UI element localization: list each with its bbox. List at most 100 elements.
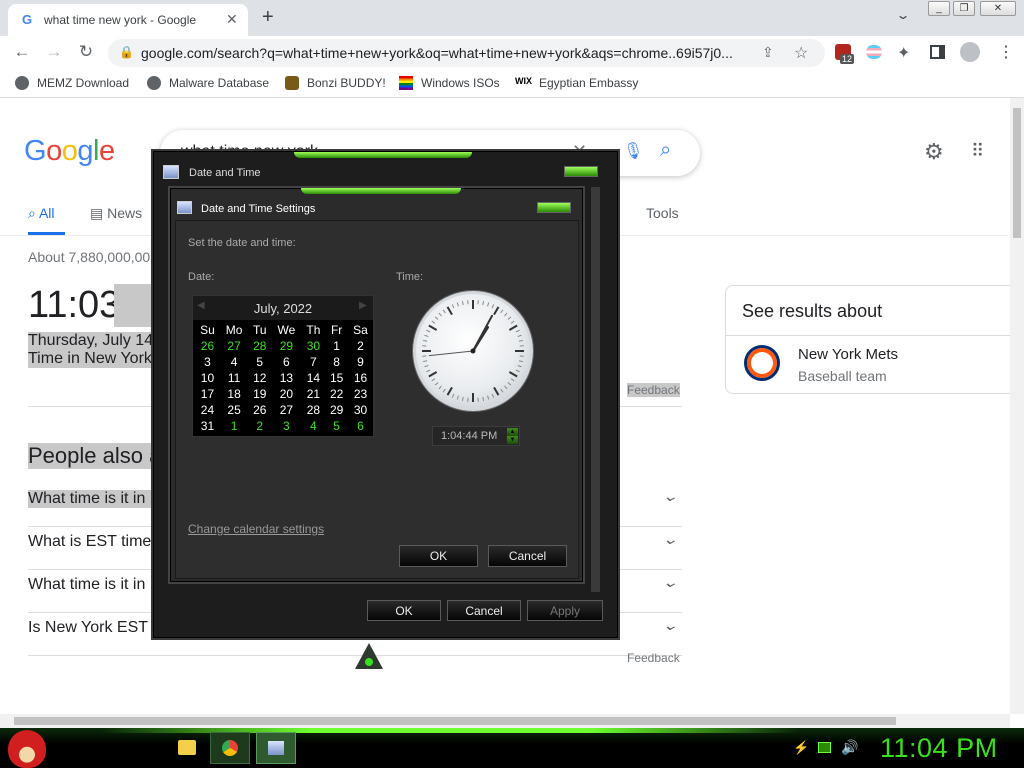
browser-tab[interactable]: G what time new york - Google Se... ✕: [8, 4, 248, 36]
settings-gear-icon[interactable]: ⚙: [924, 139, 944, 165]
address-bar[interactable]: 🔒 google.com/search?q=what+time+new+york…: [108, 39, 825, 67]
restore-button[interactable]: ❐: [953, 1, 975, 16]
calendar-day[interactable]: 2: [348, 338, 373, 354]
calendar-day[interactable]: 12: [248, 370, 271, 386]
calendar-day[interactable]: 26: [195, 338, 220, 354]
bookmark-egyptian-embassy[interactable]: WIX Egyptian Embassy: [515, 76, 638, 90]
calendar-day[interactable]: 2: [248, 418, 271, 434]
start-button-angry-bird-icon[interactable]: [8, 730, 46, 768]
close-window-button[interactable]: ✕: [980, 1, 1016, 16]
reload-icon[interactable]: ↻: [76, 42, 96, 62]
tab-all[interactable]: ⌕ All: [28, 205, 55, 222]
bookmark-windows-isos[interactable]: Windows ISOs: [399, 76, 500, 90]
google-logo[interactable]: Google: [24, 135, 115, 168]
ok-button[interactable]: OK: [399, 545, 478, 567]
calendar-day[interactable]: 27: [271, 402, 301, 418]
mets-logo-icon[interactable]: [744, 345, 780, 381]
mic-icon[interactable]: 🎙: [623, 141, 643, 161]
calendar-day[interactable]: 29: [325, 402, 348, 418]
spin-down-icon[interactable]: ▼: [507, 436, 518, 444]
tab-news[interactable]: ▤ News: [90, 205, 142, 222]
month-title[interactable]: July, 2022: [193, 301, 373, 316]
feedback-link[interactable]: Feedback: [627, 383, 680, 397]
file-explorer-taskbar-icon[interactable]: [178, 740, 196, 755]
calendar-day[interactable]: 4: [302, 418, 326, 434]
calendar-day[interactable]: 18: [220, 386, 248, 402]
close-dialog-button[interactable]: [564, 166, 598, 177]
entity-name[interactable]: New York Mets: [798, 346, 898, 363]
cancel-button[interactable]: Cancel: [488, 545, 567, 567]
time-spinner[interactable]: 1:04:44 PM ▲ ▼: [432, 426, 520, 446]
browser-menu-icon[interactable]: ⋮: [998, 42, 1014, 62]
search-icon[interactable]: ⌕: [660, 139, 671, 162]
calendar-day[interactable]: 29: [271, 338, 301, 354]
calendar-day[interactable]: 15: [325, 370, 348, 386]
calendar-day[interactable]: 16: [348, 370, 373, 386]
calendar-day[interactable]: 3: [271, 418, 301, 434]
calendar-day[interactable]: 27: [220, 338, 248, 354]
bookmark-malware-db[interactable]: Malware Database: [147, 76, 269, 90]
tab-tools[interactable]: Tools: [646, 205, 679, 221]
change-calendar-link[interactable]: Change calendar settings: [188, 522, 324, 536]
time-value[interactable]: 1:04:44 PM: [441, 430, 497, 442]
network-icon[interactable]: ⚡: [793, 740, 809, 756]
back-icon[interactable]: ←: [12, 42, 32, 62]
calendar-day[interactable]: 8: [325, 354, 348, 370]
tab-search-chevron-icon[interactable]: ⌄: [895, 8, 910, 22]
calendar-day[interactable]: 3: [195, 354, 220, 370]
calendar-day[interactable]: 5: [248, 354, 271, 370]
calendar-day[interactable]: 5: [325, 418, 348, 434]
calendar-day[interactable]: 20: [271, 386, 301, 402]
calendar-day[interactable]: 14: [302, 370, 326, 386]
calendar-day[interactable]: 21: [302, 386, 326, 402]
bookmark-memz[interactable]: MEMZ Download: [15, 76, 129, 90]
calendar-day[interactable]: 23: [348, 386, 373, 402]
apply-button[interactable]: Apply: [527, 600, 603, 621]
bookmark-bonzi[interactable]: Bonzi BUDDY!: [285, 76, 386, 90]
calendar-day[interactable]: 19: [248, 386, 271, 402]
battery-icon[interactable]: [818, 742, 831, 753]
cancel-button[interactable]: Cancel: [447, 600, 521, 621]
calendar[interactable]: ◀ July, 2022 ▶ Su Mo Tu We Th Fr Sa 26 27 28 29 30…: [192, 295, 374, 437]
close-tab-icon[interactable]: ✕: [226, 11, 238, 28]
date-time-taskbar-button[interactable]: [256, 732, 296, 764]
calendar-day[interactable]: 11: [220, 370, 248, 386]
calendar-day[interactable]: 22: [325, 386, 348, 402]
new-tab-icon[interactable]: +: [262, 6, 274, 29]
taskbar-clock[interactable]: 11:04 PM: [880, 733, 998, 764]
scroll-thumb[interactable]: [1013, 108, 1021, 238]
calendar-day[interactable]: 10: [195, 370, 220, 386]
calendar-day[interactable]: 4: [220, 354, 248, 370]
calendar-day[interactable]: 13: [271, 370, 301, 386]
vertical-scrollbar[interactable]: [1010, 98, 1024, 714]
calendar-day[interactable]: 25: [220, 402, 248, 418]
horizontal-scrollbar[interactable]: [0, 714, 1010, 728]
profile-avatar-icon[interactable]: [960, 42, 980, 62]
minimize-button[interactable]: _: [928, 1, 950, 16]
calendar-day[interactable]: 1: [220, 418, 248, 434]
next-month-icon[interactable]: ▶: [359, 300, 367, 311]
calendar-day[interactable]: 6: [348, 418, 373, 434]
side-panel-icon[interactable]: [930, 45, 945, 59]
close-dialog-button[interactable]: [537, 202, 571, 213]
calendar-day[interactable]: 26: [248, 402, 271, 418]
calendar-day[interactable]: 28: [248, 338, 271, 354]
calendar-day[interactable]: 7: [302, 354, 326, 370]
feedback-link[interactable]: Feedback: [627, 651, 680, 665]
calendar-day[interactable]: 31: [195, 418, 220, 434]
share-icon[interactable]: ⇪: [762, 44, 774, 61]
calendar-day[interactable]: 24: [195, 402, 220, 418]
calendar-day[interactable]: 30: [302, 338, 326, 354]
chrome-taskbar-button[interactable]: [210, 732, 250, 764]
apps-grid-icon[interactable]: ⠿: [971, 141, 984, 162]
calendar-day[interactable]: 30: [348, 402, 373, 418]
scroll-thumb[interactable]: [14, 717, 896, 725]
volume-icon[interactable]: 🔊: [841, 739, 858, 756]
flag-extension-icon[interactable]: [866, 45, 882, 59]
forward-icon[interactable]: →: [44, 42, 64, 62]
calendar-day[interactable]: 17: [195, 386, 220, 402]
puzzle-extensions-icon[interactable]: ✦: [897, 43, 910, 63]
spin-up-icon[interactable]: ▲: [507, 428, 518, 436]
calendar-day[interactable]: 28: [302, 402, 326, 418]
calendar-day[interactable]: 1: [325, 338, 348, 354]
